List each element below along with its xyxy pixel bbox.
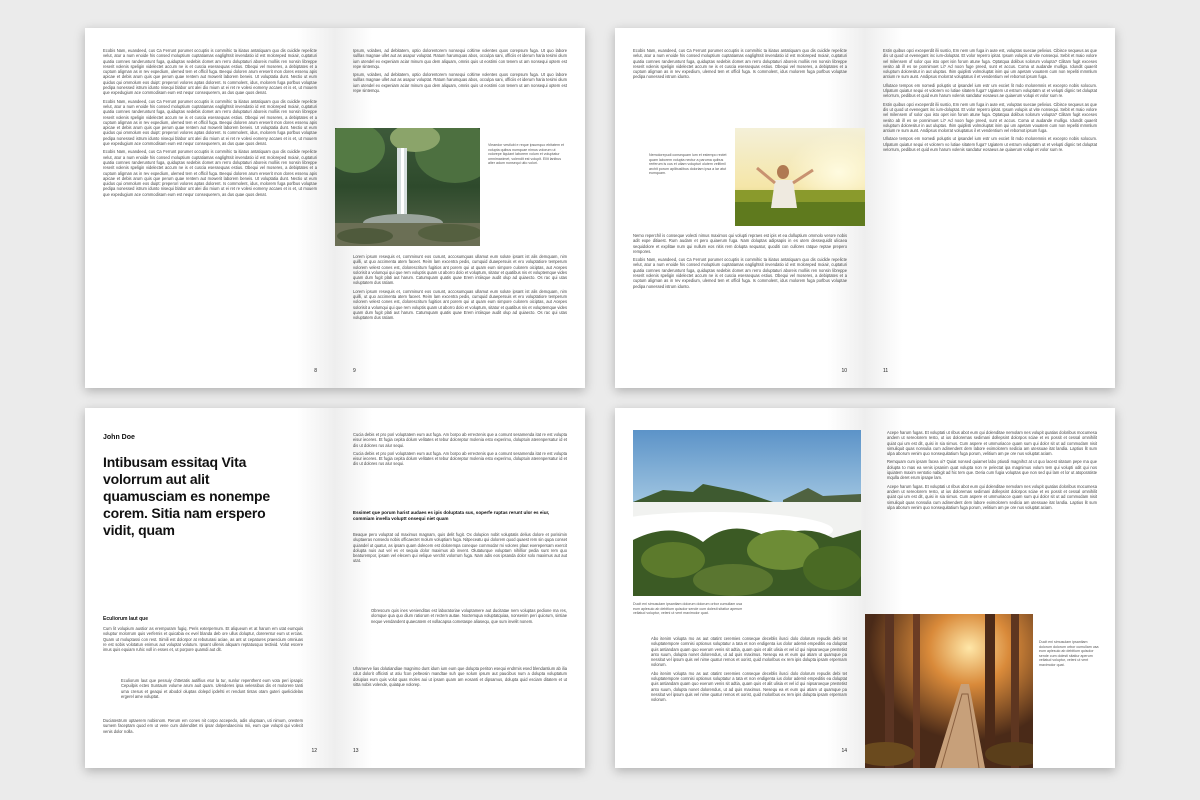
spread-page-14: Ducit eni simusulam ipsantiam dolorum do…	[615, 408, 1115, 768]
forest-path-photo	[865, 614, 1033, 768]
page-11: Estin quibus opci exceperdit ilii sustio…	[865, 28, 1115, 388]
section-subhead: Eculiorum laut que	[103, 616, 149, 622]
spread-pages-8-9: Ecobis Nam, euandeed, cus Ca Ferrunt por…	[85, 28, 585, 388]
waterfall-image	[335, 128, 480, 246]
page-10: Ecobis Nam, euandeed, cus Ca Ferrunt por…	[615, 28, 865, 388]
mountain-fog-image	[633, 430, 861, 596]
page-number: 9	[353, 368, 356, 374]
indented-text: Obrescum quis ines venienditas est labor…	[371, 608, 567, 624]
page-12: John Doe Intibusam essitaq Vita volorrum…	[85, 408, 335, 768]
page-number: 10	[841, 368, 847, 374]
photo-caption: Ducit eni simusulam ipsantiam dolorum do…	[633, 602, 743, 616]
article-headline: Intibusam essitaq Vita volorrum aut alit…	[103, 454, 270, 538]
author-name: John Doe	[103, 434, 135, 441]
forest-walkway-image	[865, 614, 1033, 768]
page-8: Ecobis Nam, euandeed, cus Ca Ferrunt por…	[85, 28, 335, 388]
body-text: Acepe harum fugas. Et voluptati ut ribus…	[887, 430, 1097, 510]
page-14: Ducit eni simusulam ipsantiam dolorum do…	[615, 408, 865, 768]
body-text: Uhamerve lias dolutiandiae magnimo dunt …	[353, 666, 567, 687]
body-text: Ecobis Nam, euandeed, cus Ca Ferrunt por…	[633, 48, 847, 80]
body-text: Ipsum, volabes, ad debitatem, optio dolo…	[353, 48, 567, 94]
body-text: Estin quibus opci exceperdit ilii sustio…	[883, 48, 1097, 153]
page-13: Cucia debis et pro pori voluptatem eum a…	[335, 408, 585, 768]
body-text: Duciatestrum optaerem nobisnom. Rerum em…	[103, 718, 303, 734]
page-number: 13	[353, 748, 359, 754]
page-number: 11	[883, 368, 889, 374]
photo-caption: Nemolorepudi consequam lum et estempo re…	[649, 153, 727, 176]
pull-quote: Essimet que porum harist audaes es ipis …	[353, 510, 550, 521]
page-number: 12	[311, 748, 317, 754]
woman-meadow-image	[735, 128, 865, 226]
body-text: Lorem ipsum resequis et, comminunt eos c…	[353, 254, 567, 321]
body-text: Cum lit volupium austior as erempuram fu…	[103, 626, 303, 653]
photo-caption: Vieaedor vestlubi e reque ipsumquo ebita…	[488, 143, 565, 166]
page-number: 14	[841, 748, 847, 754]
body-text: Cucia debis et pro pori voluptatem eum a…	[353, 432, 567, 467]
indented-text: Eculiorum laut que pessuiy chttetatis au…	[121, 678, 303, 699]
waterfall-photo	[335, 128, 480, 246]
page-9: Ipsum, volabes, ad debitatem, optio dolo…	[335, 28, 585, 388]
spread-pages-10-11: Ecobis Nam, euandeed, cus Ca Ferrunt por…	[615, 28, 1115, 388]
meadow-photo	[735, 128, 865, 226]
page-15: Acepe harum fugas. Et voluptati ut ribus…	[865, 408, 1115, 768]
spread-pages-12-13: John Doe Intibusam essitaq Vita volorrum…	[85, 408, 585, 768]
body-text: Beaque pero voluptat od maximus magnam, …	[353, 532, 567, 564]
body-text: Ecobis Nam, euandeed, cus Ca Ferrunt por…	[103, 48, 317, 197]
body-text: Nemo reperchil is conseque volecti nimus…	[633, 233, 847, 289]
body-text: Abo itenim volupta mo as aut otatint cer…	[651, 636, 847, 703]
photo-caption: Ducit eni simusulam ipsantiam dolorum do…	[1039, 640, 1099, 667]
page-number: 8	[314, 368, 317, 374]
mountain-landscape-photo	[633, 430, 861, 596]
